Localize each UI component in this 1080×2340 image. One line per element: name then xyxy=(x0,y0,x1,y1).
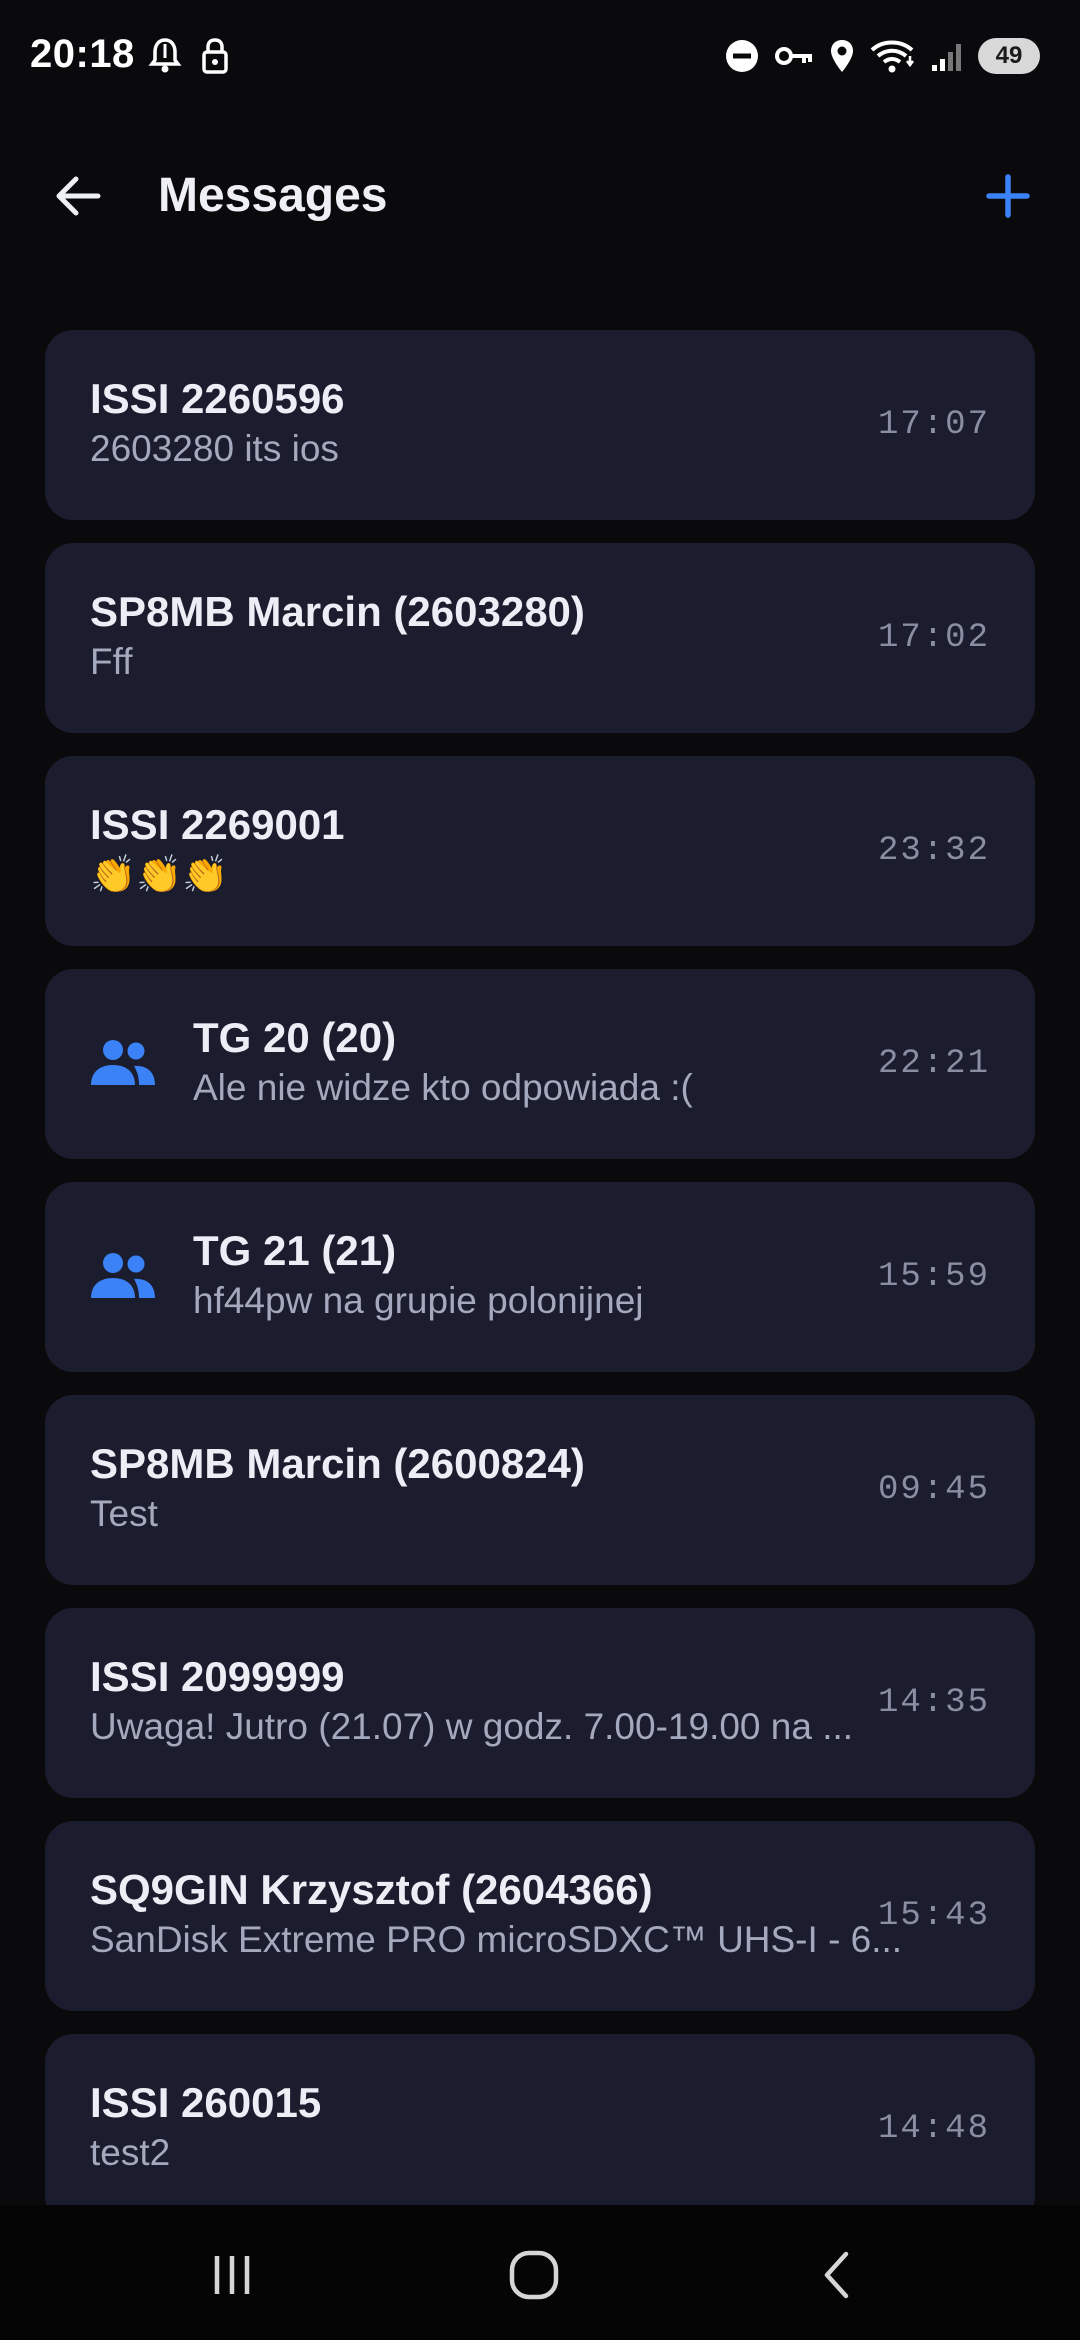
conversation-time: 15:43 xyxy=(877,1897,990,1935)
conversation-item[interactable]: SP8MB Marcin (2600824) Test 09:45 xyxy=(45,1395,1035,1585)
conversation-time: 15:59 xyxy=(877,1258,990,1296)
status-bar: 20:18 49 xyxy=(0,0,1080,120)
messages-screen: 20:18 49 Messages ISSI 2260596 2603280 i… xyxy=(0,0,1080,2340)
conversation-title: SP8MB Marcin (2600824) xyxy=(90,1440,585,1487)
conversation-item[interactable]: ISSI 2099999 Uwaga! Jutro (21.07) w godz… xyxy=(45,1608,1035,1798)
conversation-title: TG 21 (21) xyxy=(193,1227,397,1274)
conversation-title: ISSI 2260596 xyxy=(90,375,345,422)
recent-apps-button[interactable] xyxy=(192,2235,272,2315)
recent-apps-icon xyxy=(214,2256,250,2294)
conversation-preview: test2 xyxy=(90,2132,171,2173)
conversation-preview: Uwaga! Jutro (21.07) w godz. 7.00-19.00 … xyxy=(90,1706,854,1747)
conversation-preview: Test xyxy=(90,1493,158,1534)
conversation-item[interactable]: TG 20 (20) Ale nie widze kto odpowiada :… xyxy=(45,969,1035,1159)
lock-icon xyxy=(202,38,228,74)
group-icon xyxy=(91,1040,155,1085)
location-icon xyxy=(831,40,853,72)
conversation-title: ISSI 260015 xyxy=(90,2079,322,2126)
conversation-time: 14:35 xyxy=(877,1684,990,1722)
conversation-time: 23:32 xyxy=(877,832,990,870)
conversation-item[interactable]: SP8MB Marcin (2603280) Fff 17:02 xyxy=(45,543,1035,733)
conversation-item[interactable]: ISSI 2260596 2603280 its ios 17:07 xyxy=(45,330,1035,520)
home-button[interactable] xyxy=(494,2235,574,2315)
conversation-preview: SanDisk Extreme PRO microSDXC™ UHS-I - 6… xyxy=(90,1919,903,1960)
conversation-time: 09:45 xyxy=(877,1471,990,1509)
conversation-time: 17:02 xyxy=(877,619,990,657)
page-title: Messages xyxy=(158,169,388,222)
group-icon xyxy=(91,1253,155,1298)
conversation-preview: Ale nie widze kto odpowiada :( xyxy=(193,1067,693,1108)
conversation-title: ISSI 2269001 xyxy=(90,801,345,848)
conversation-preview: hf44pw na grupie polonijnej xyxy=(193,1280,644,1321)
back-nav-button[interactable] xyxy=(798,2235,878,2315)
conversation-time: 14:48 xyxy=(877,2110,990,2148)
conversation-preview: 👏👏👏 xyxy=(90,854,229,895)
conversation-title: SP8MB Marcin (2603280) xyxy=(90,588,585,635)
dnd-icon xyxy=(726,40,758,72)
arrow-back-icon xyxy=(56,176,101,216)
conversation-item[interactable]: TG 21 (21) hf44pw na grupie polonijnej 1… xyxy=(45,1182,1035,1372)
conversation-preview: Fff xyxy=(90,641,133,682)
home-icon xyxy=(509,2250,559,2300)
app-bar: Messages xyxy=(0,150,1080,240)
conversation-time: 17:07 xyxy=(877,406,990,444)
status-time: 20:18 xyxy=(30,32,135,76)
back-nav-icon xyxy=(824,2251,849,2299)
system-nav-bar xyxy=(0,2205,1080,2340)
battery-icon: 49 xyxy=(978,38,1040,74)
conversation-title: TG 20 (20) xyxy=(193,1014,397,1061)
conversation-item[interactable]: SQ9GIN Krzysztof (2604366) SanDisk Extre… xyxy=(45,1821,1035,2011)
signal-icon xyxy=(932,44,961,71)
notification-bell-icon xyxy=(148,38,182,73)
conversation-title: ISSI 2099999 xyxy=(90,1653,345,1700)
conversation-item[interactable]: ISSI 260015 test2 14:48 xyxy=(45,2034,1035,2224)
back-button[interactable] xyxy=(46,164,110,228)
message-list: ISSI 2260596 2603280 its ios 17:07 SP8MB… xyxy=(45,330,1035,2247)
conversation-time: 22:21 xyxy=(877,1045,990,1083)
battery-level: 49 xyxy=(995,42,1023,69)
wifi-icon xyxy=(870,40,914,73)
conversation-item[interactable]: ISSI 2269001 👏👏👏 23:32 xyxy=(45,756,1035,946)
new-message-button[interactable] xyxy=(976,164,1040,228)
vpn-key-icon xyxy=(775,47,812,65)
conversation-title: SQ9GIN Krzysztof (2604366) xyxy=(90,1866,653,1913)
conversation-preview: 2603280 its ios xyxy=(90,428,339,469)
plus-icon xyxy=(986,174,1030,218)
